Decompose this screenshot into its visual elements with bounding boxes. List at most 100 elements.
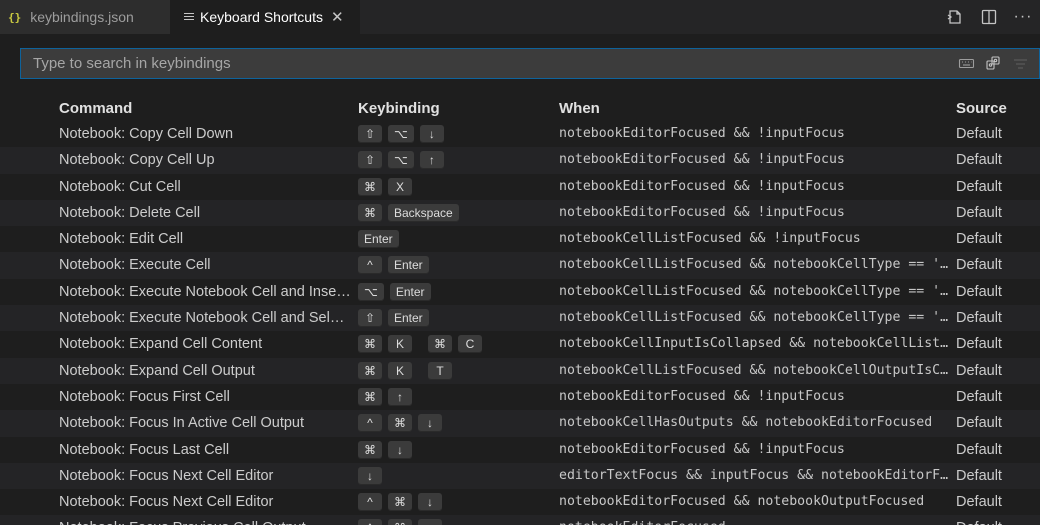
command-cell: Notebook: Cut Cell (59, 178, 181, 195)
table-row[interactable]: Notebook: Focus Previous Cell Output ^ ⌘ ↑ n… (0, 515, 1040, 525)
source-cell: Default (956, 388, 1002, 405)
keybinding-cell: ^ Enter (358, 252, 553, 278)
source-cell: Default (956, 336, 1002, 353)
command-cell: Notebook: Expand Cell Output (59, 362, 255, 379)
open-keybindings-json-button[interactable] (938, 0, 972, 34)
keybinding-cell: ⇧ Enter (358, 305, 553, 331)
tab-label: keybindings.json (30, 9, 134, 25)
key-label: ⌥ (358, 282, 384, 301)
table-row[interactable]: Notebook: Execute Notebook Cell and Sele… (0, 305, 1040, 332)
table-row[interactable]: Notebook: Expand Cell Content ⌘ K ⌘ Cnoteboo… (0, 331, 1040, 357)
keybinding-cell: ⌘ ↑ (358, 384, 553, 410)
table-row[interactable]: Notebook: Focus Next Cell Editor ^ ⌘ ↓ noteb… (0, 489, 1040, 515)
command-cell: Notebook: Edit Cell (59, 231, 184, 248)
key-label: ⇧ (358, 151, 382, 170)
command-cell: Notebook: Execute Notebook Cell and Sele… (59, 310, 351, 327)
when-clause-cell: notebookCellListFocused && notebookCellT… (559, 310, 950, 326)
keybinding-cell: ⌘ X (358, 174, 553, 200)
key-label: ⌘ (358, 335, 382, 354)
keybinding-cell: ⌘ Backspace (358, 200, 553, 226)
table-row[interactable]: Notebook: Focus In Active Cell Output ^ ⌘ ↓… (0, 410, 1040, 437)
command-cell: Notebook: Focus Next Cell Editor (59, 467, 274, 484)
key-label: ⌘ (428, 335, 452, 354)
tab-keyboard-shortcuts[interactable]: Keyboard Shortcuts ✕ (170, 0, 360, 34)
table-row[interactable]: Notebook: Copy Cell Up ⇧ ⌥ ↑ notebookEditorF… (0, 147, 1040, 174)
command-cell: Notebook: Focus In Active Cell Output (59, 415, 305, 432)
key-label: ^ (358, 493, 382, 512)
keybinding-cell: ⌘ ↓ (358, 437, 553, 463)
keybinding-cell: ⌘ K ⌘ C (358, 331, 553, 357)
when-clause-cell: notebookEditorFocused && !inputFocus (559, 441, 845, 457)
tab-label: Keyboard Shortcuts (200, 9, 323, 25)
key-label: ↓ (358, 466, 382, 485)
source-cell: Default (956, 362, 1002, 379)
key-label: ⌘ (388, 519, 412, 525)
more-actions-button[interactable]: ··· (1006, 0, 1040, 34)
when-clause-cell: notebookEditorFocused && notebookOutputF… (559, 494, 925, 510)
when-clause-cell: notebookCellListFocused && notebookCellT… (559, 257, 950, 273)
close-icon[interactable]: ✕ (331, 8, 344, 26)
when-clause-cell: notebookCellListFocused && notebookCellT… (559, 283, 950, 299)
key-label: ^ (358, 256, 382, 275)
record-keys-icon[interactable] (958, 55, 975, 72)
keybindings-search-box (20, 48, 1040, 79)
key-label: Enter (358, 230, 399, 249)
key-label: T (428, 361, 452, 380)
command-cell: Notebook: Execute Cell (59, 257, 211, 274)
open-json-icon (947, 10, 961, 24)
when-clause-cell: notebookEditorFocused && !inputFocus (559, 388, 845, 404)
command-cell: Notebook: Expand Cell Content (59, 336, 263, 353)
source-cell: Default (956, 283, 1002, 300)
table-row[interactable]: Notebook: Delete Cell ⌘ Backspace notebookE… (0, 199, 1040, 227)
key-label: ⇧ (358, 309, 382, 328)
tab-keybindings-json[interactable]: {} keybindings.json (0, 0, 170, 34)
when-clause-cell: notebookCellHasOutputs && notebookEditor… (559, 415, 933, 431)
source-cell: Default (956, 152, 1002, 169)
when-clause-cell: notebookEditorFocused && !inputFocus (559, 126, 845, 141)
keybinding-cell: ⌥ Enter (358, 279, 553, 305)
key-label: ⌘ (358, 361, 382, 380)
editor-actions: ··· (938, 0, 1040, 34)
table-row[interactable]: Notebook: Expand Cell Output ⌘ K T notebookC… (0, 357, 1040, 384)
editor-tab-bar: {} keybindings.json Keyboard Shortcuts ✕… (0, 0, 1040, 34)
key-label: ⌥ (388, 125, 414, 143)
keybinding-cell: ^ ⌘ ↓ (358, 410, 553, 436)
sort-by-precedence-icon[interactable] (985, 55, 1002, 72)
command-cell: Notebook: Focus Last Cell (59, 441, 230, 458)
split-editor-button[interactable] (972, 0, 1006, 34)
key-label: ⌥ (388, 151, 414, 170)
when-clause-cell: notebookCellListFocused && !inputFocus (559, 231, 861, 247)
command-cell: Notebook: Focus Previous Cell Output (59, 515, 351, 525)
key-label: ⌘ (388, 414, 412, 433)
table-row[interactable]: Notebook: Focus First Cell ⌘ ↑ notebookEdit… (0, 384, 1040, 410)
table-row[interactable]: Notebook: Focus Next Cell Editor ↓ editorT… (0, 462, 1040, 490)
key-label: ↑ (418, 519, 442, 525)
split-editor-icon (981, 9, 997, 25)
table-row[interactable]: Notebook: Execute Cell ^ Enter notebookCell… (0, 252, 1040, 279)
table-row[interactable]: Notebook: Edit Cell Enter notebookCellList… (0, 226, 1040, 252)
table-row[interactable]: Notebook: Copy Cell Down ⇧ ⌥ ↓ notebookEdito… (0, 121, 1040, 147)
keybindings-search-input[interactable] (21, 49, 941, 78)
json-file-icon: {} (8, 10, 22, 24)
command-cell: Notebook: Copy Cell Up (59, 152, 215, 169)
source-cell: Default (956, 515, 1040, 525)
command-cell: Notebook: Focus First Cell (59, 388, 230, 405)
command-cell: Notebook: Delete Cell (59, 204, 201, 221)
source-cell: Default (956, 231, 1002, 248)
keybinding-cell: ^ ⌘ ↓ (358, 489, 553, 515)
source-cell: Default (956, 204, 1002, 221)
key-label: X (388, 177, 412, 196)
command-cell: Notebook: Copy Cell Down (59, 126, 234, 142)
clear-filter-icon[interactable] (1012, 55, 1029, 72)
table-row[interactable]: Notebook: Cut Cell ⌘ XnotebookEditorFocuse… (0, 174, 1040, 200)
command-cell: Notebook: Focus Next Cell Editor (59, 494, 274, 511)
table-row[interactable]: Notebook: Execute Notebook Cell and Inse… (0, 279, 1040, 305)
when-clause-cell: notebookCellListFocused && notebookCellO… (559, 362, 950, 378)
key-label: ⌘ (358, 203, 382, 222)
source-cell: Default (956, 126, 1002, 142)
table-row[interactable]: Notebook: Focus Last Cell ⌘ ↓ notebookEdito… (0, 437, 1040, 463)
key-label: K (388, 335, 412, 354)
keybinding-cell: ⌘ K T (358, 358, 553, 384)
keybinding-cell: Enter (358, 226, 553, 252)
source-cell: Default (956, 257, 1002, 274)
